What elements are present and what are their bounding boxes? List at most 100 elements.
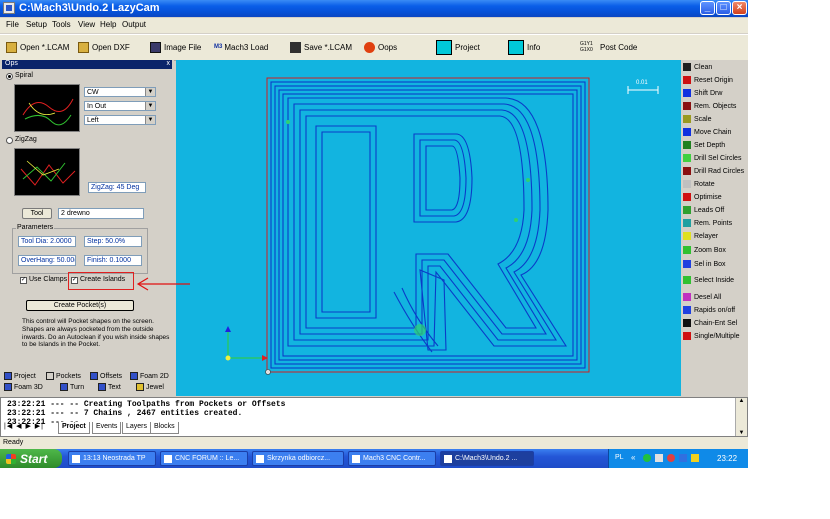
tool-button-zoom-box[interactable]: Zoom Box <box>683 244 747 256</box>
direction-select[interactable]: CW ▼ <box>84 87 156 97</box>
tray-chevron-icon[interactable]: « <box>631 453 635 462</box>
tool-button-desel-all[interactable]: Desel All <box>683 291 747 303</box>
lazycam-window: C:\Mach3\Undo.2 LazyCam _ □ × File Setup… <box>0 0 748 468</box>
tab-layers[interactable]: Layers <box>122 422 152 434</box>
info-button[interactable]: Info <box>508 39 540 55</box>
tab-nav-arrows-icon[interactable]: |◀ ◀ ▶ ▶| <box>4 422 44 430</box>
tool-dia-field[interactable]: Tool Dia: 2.0000 <box>18 236 76 247</box>
project-button[interactable]: Project <box>436 39 480 55</box>
create-pockets-button[interactable]: Create Pocket(s) <box>26 300 134 311</box>
overhang-field[interactable]: OverHang: 50.00( <box>18 255 76 266</box>
drawing-canvas[interactable]: 0.01 <box>176 60 681 396</box>
tray-app-icon[interactable] <box>655 454 663 462</box>
panel-tab-foam3d[interactable]: Foam 3D <box>4 382 43 392</box>
tool-button-rotate[interactable]: Rotate <box>683 178 747 190</box>
use-clamps-checkbox[interactable]: ✓ <box>20 277 27 284</box>
tool-button-relayer[interactable]: Relayer <box>683 230 747 242</box>
tool-button-reset-origin[interactable]: Reset Origin <box>683 74 747 86</box>
tray-network-icon[interactable] <box>643 454 651 462</box>
tool-button-sel-in-box[interactable]: Sel in Box <box>683 258 747 270</box>
pockets-tab-icon <box>46 372 54 380</box>
finish-field[interactable]: Finish: 0.1000 <box>84 255 142 266</box>
tool-button-optimise[interactable]: Optimise <box>683 191 747 203</box>
tool-button[interactable]: Tool <box>22 208 52 219</box>
tray-antivirus-icon[interactable] <box>667 454 675 462</box>
taskbar-item-lazycam[interactable]: C:\Mach3\Undo.2 ... <box>440 451 534 466</box>
tool-button-rem-objects[interactable]: Rem. Objects <box>683 100 747 112</box>
tool-button-drill-sel-circles[interactable]: Drill Sel Circles <box>683 152 747 164</box>
panel-tab-offsets[interactable]: Offsets <box>90 371 122 381</box>
panel-tab-text[interactable]: Text <box>98 382 121 392</box>
step-field[interactable]: Step: 50.0% <box>84 236 142 247</box>
tray-volume-icon[interactable] <box>691 454 699 462</box>
taskbar-item-inbox[interactable]: Skrzynka odbiorcz... <box>252 451 344 466</box>
tool-button-select-inside[interactable]: Select Inside <box>683 274 747 286</box>
toolpath-drawing: 0.01 <box>225 77 659 375</box>
tool-button-scale[interactable]: Scale <box>683 113 747 125</box>
minimize-button[interactable]: _ <box>700 1 715 15</box>
open-dxf-button[interactable]: Open DXF <box>78 39 130 55</box>
tool-button-drill-rad-circles[interactable]: Drill Rad Circles <box>683 165 747 177</box>
taskbar-item-neostrada[interactable]: 13:13 Neostrada TP <box>68 451 156 466</box>
tab-events[interactable]: Events <box>92 422 122 434</box>
open-lcam-button[interactable]: Open *.LCAM <box>6 39 69 55</box>
zigzag-angle-field[interactable]: ZigZag: 45 Deg <box>88 182 146 193</box>
maximize-button[interactable]: □ <box>716 1 731 15</box>
y-axis-arrow-icon <box>225 326 231 332</box>
language-indicator[interactable]: PL <box>615 454 624 461</box>
tool-button-clean[interactable]: Clean <box>683 61 747 73</box>
tool-button-label: Clean <box>694 63 713 71</box>
post-code-button[interactable]: G1Y1 G1X0 Post Code <box>580 39 637 55</box>
tool-button-leads-off[interactable]: Leads Off <box>683 204 747 216</box>
zigzag-radio[interactable] <box>6 137 13 144</box>
use-clamps-label: Use Clamps <box>29 276 68 283</box>
status-bar: Ready <box>0 437 748 449</box>
menu-help[interactable]: Help <box>100 20 116 29</box>
ops-panel: Ops x Spiral CW ▼ In Out ▼ Left ▼ ZigZag <box>0 60 174 396</box>
taskbar-item-cnc-forum[interactable]: CNC FORUM :: Le... <box>160 451 248 466</box>
panel-tab-project[interactable]: Project <box>4 371 36 381</box>
color-swatch-icon <box>683 63 691 71</box>
scroll-up-icon[interactable]: ▲ <box>736 398 747 404</box>
menu-file[interactable]: File <box>6 20 19 29</box>
tool-button-move-chain[interactable]: Move Chain <box>683 126 747 138</box>
panel-tab-foam2d[interactable]: Foam 2D <box>130 371 169 381</box>
tool-name-field[interactable]: 2 drewno <box>58 208 144 219</box>
tool-button-label: Sel in Box <box>694 260 726 268</box>
tab-blocks[interactable]: Blocks <box>150 422 179 434</box>
oops-button[interactable]: Oops <box>364 39 397 55</box>
panel-close-icon[interactable]: x <box>167 60 171 67</box>
start-button[interactable]: Start <box>0 449 62 468</box>
save-lcam-label: Save *.LCAM <box>304 42 353 52</box>
tool-button-shift-drw[interactable]: Shift Drw <box>683 87 747 99</box>
panel-tab-pockets[interactable]: Pockets <box>46 371 81 381</box>
tab-project[interactable]: Project <box>58 422 90 434</box>
mach3-load-button[interactable]: M3 Mach3 Load <box>214 39 268 55</box>
tool-button-rapids-on-off[interactable]: Rapids on/off <box>683 304 747 316</box>
tray-monitor-icon[interactable] <box>679 454 687 462</box>
letter-r-toolpaths <box>287 97 567 353</box>
tool-button-chain-ent-sel[interactable]: Chain-Ent Sel <box>683 317 747 329</box>
spiral-radio[interactable] <box>6 73 13 80</box>
create-islands-checkbox[interactable]: ✓ <box>71 277 78 284</box>
image-file-button[interactable]: Image File <box>150 39 201 55</box>
foam3d-tab-icon <box>4 383 12 391</box>
menu-output[interactable]: Output <box>122 20 146 29</box>
panel-tab-jewel[interactable]: Jewel <box>136 382 164 392</box>
menu-tools[interactable]: Tools <box>52 20 71 29</box>
menu-setup[interactable]: Setup <box>26 20 47 29</box>
oops-label: Oops <box>378 42 398 52</box>
tool-button-single-multiple[interactable]: Single/Multiple <box>683 330 747 342</box>
image-file-label: Image File <box>164 42 202 52</box>
mode-select[interactable]: In Out ▼ <box>84 101 156 111</box>
tool-button-set-depth[interactable]: Set Depth <box>683 139 747 151</box>
panel-tab-turn[interactable]: Turn <box>60 382 84 392</box>
spiral-label: Spiral <box>15 72 33 79</box>
save-lcam-button[interactable]: Save *.LCAM <box>290 39 352 55</box>
menu-view[interactable]: View <box>78 20 95 29</box>
save-disk-icon <box>150 41 161 53</box>
tool-button-rem-points[interactable]: Rem. Points <box>683 217 747 229</box>
taskbar-item-mach3[interactable]: Mach3 CNC Contr... <box>348 451 436 466</box>
close-button[interactable]: × <box>732 1 747 15</box>
side-select[interactable]: Left ▼ <box>84 115 156 125</box>
